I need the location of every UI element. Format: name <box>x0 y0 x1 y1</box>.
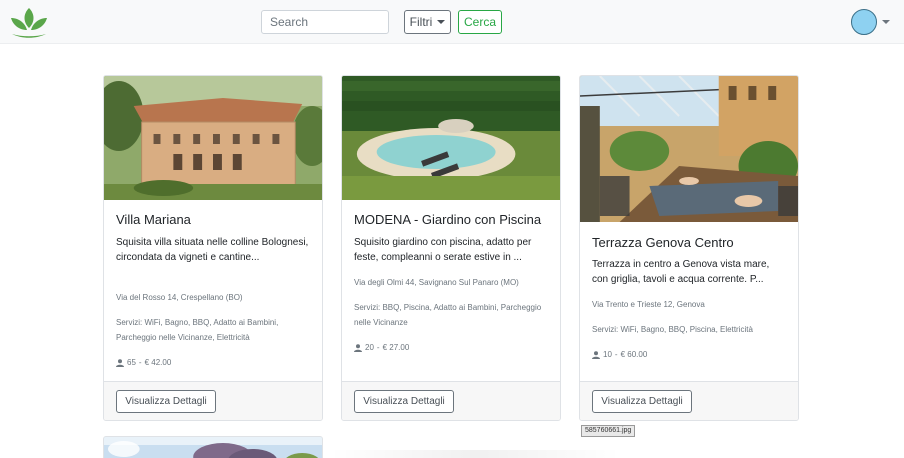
listing-card: MODENA - Giardino con Piscina Squisito g… <box>341 75 561 421</box>
listing-card <box>103 436 323 458</box>
person-icon <box>116 358 124 367</box>
view-details-button[interactable]: Visualizza Dettagli <box>116 390 216 413</box>
price-separator: - <box>376 343 380 352</box>
listing-services: Servizi: BBQ, Piscina, Adatto ai Bambini… <box>354 303 542 327</box>
card-footer: Visualizza Dettagli <box>580 381 798 420</box>
listing-card: Villa Mariana Squisita villa situata nel… <box>103 75 323 421</box>
chevron-down-icon <box>437 20 446 24</box>
listing-description: Squisita villa situata nelle colline Bol… <box>116 237 309 263</box>
top-navbar: Filtri Cerca <box>0 0 904 44</box>
listing-capacity-price: 10 - € 60.00 <box>592 350 647 359</box>
card-footer: Visualizza Dettagli <box>104 381 322 420</box>
leaf-logo-icon[interactable] <box>10 6 48 38</box>
search-input[interactable] <box>261 10 389 34</box>
capacity-value: 20 <box>365 343 374 352</box>
listing-description: Squisito giardino con piscina, adatto pe… <box>354 237 532 263</box>
listing-title: MODENA - Giardino con Piscina <box>354 212 542 227</box>
scroll-shadow <box>330 450 620 458</box>
listing-capacity-price: 20 - € 27.00 <box>354 343 409 352</box>
price-value: € 60.00 <box>620 350 648 359</box>
capacity-value: 65 <box>127 358 136 367</box>
listing-address: Via degli Olmi 44, Savignano Sul Panaro … <box>354 278 519 287</box>
garden-pool-photo[interactable] <box>342 76 560 200</box>
listing-services: Servizi: WiFi, Bagno, BBQ, Piscina, Elet… <box>592 325 753 334</box>
user-menu[interactable] <box>851 9 891 35</box>
listing-title: Villa Mariana <box>116 212 191 227</box>
capacity-value: 10 <box>603 350 612 359</box>
price-value: € 42.00 <box>144 358 172 367</box>
avatar[interactable] <box>851 9 877 35</box>
filter-label: Filtri <box>409 15 433 29</box>
listing-description: Terrazza in centro a Genova vista mare, … <box>592 259 770 285</box>
price-separator: - <box>614 350 618 359</box>
image-tooltip: 585760661.jpg <box>581 425 636 437</box>
listing-address: Via Trento e Trieste 12, Genova <box>592 300 705 309</box>
price-separator: - <box>138 358 142 367</box>
chevron-down-icon <box>882 20 890 24</box>
card-footer: Visualizza Dettagli <box>342 381 560 420</box>
listing-services: Servizi: WiFi, Bagno, BBQ, Adatto ai Bam… <box>116 318 279 342</box>
person-icon <box>354 343 362 352</box>
terrace-photo[interactable] <box>580 76 798 222</box>
person-icon <box>592 350 600 359</box>
listing-photo[interactable] <box>104 437 322 458</box>
listing-card: Terrazza Genova Centro Terrazza in centr… <box>579 75 799 421</box>
price-value: € 27.00 <box>382 343 410 352</box>
listing-address: Via del Rosso 14, Crespellano (BO) <box>116 293 243 302</box>
listing-title: Terrazza Genova Centro <box>592 235 734 250</box>
filter-dropdown-button[interactable]: Filtri <box>404 10 451 34</box>
view-details-button[interactable]: Visualizza Dettagli <box>354 390 454 413</box>
search-button[interactable]: Cerca <box>458 10 502 34</box>
villa-photo[interactable] <box>104 76 322 200</box>
listing-capacity-price: 65 - € 42.00 <box>116 358 171 367</box>
view-details-button[interactable]: Visualizza Dettagli <box>592 390 692 413</box>
